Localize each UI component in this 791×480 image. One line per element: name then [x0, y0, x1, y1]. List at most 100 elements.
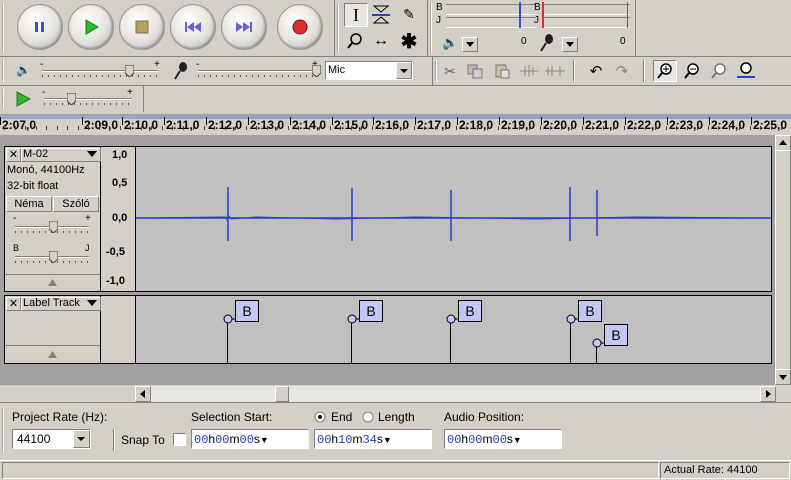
dropdown-button[interactable]: [396, 62, 412, 79]
track-collapse-button[interactable]: [5, 274, 100, 291]
zoom-in-button[interactable]: [653, 60, 677, 82]
play-at-speed-button[interactable]: [12, 89, 34, 109]
track-close-button[interactable]: ✕: [6, 297, 21, 311]
vertical-scrollbar[interactable]: [775, 135, 791, 385]
label-text[interactable]: B: [578, 300, 602, 322]
zoom-out-button[interactable]: [681, 61, 703, 81]
project-rate-select[interactable]: 44100: [12, 429, 91, 449]
undo-button[interactable]: ↶: [585, 61, 607, 81]
playback-speed-slider[interactable]: - +: [40, 87, 136, 111]
label-marker[interactable]: B: [223, 300, 263, 363]
timeshift-tool-button[interactable]: ↔: [370, 30, 392, 52]
selection-tool-button[interactable]: I: [344, 3, 368, 27]
play-button[interactable]: [68, 4, 114, 50]
label-marker[interactable]: B: [446, 300, 486, 363]
track-name-menu[interactable]: M-02: [21, 148, 101, 162]
slider-max-label: +: [127, 87, 133, 98]
audio-position-field[interactable]: 00h00m00s▼: [444, 429, 562, 449]
waveform[interactable]: [136, 147, 771, 291]
recording-meter[interactable]: B J: [532, 2, 632, 30]
horizontal-scrollbar[interactable]: [135, 386, 776, 402]
ruler-minor-tick: [445, 126, 446, 130]
redo-button[interactable]: ↷: [611, 61, 633, 81]
slider-min-label: -: [42, 87, 46, 98]
silence-icon: [545, 66, 565, 76]
multi-tool-button[interactable]: ✱: [398, 30, 420, 53]
dropdown-button[interactable]: [73, 430, 90, 448]
scroll-thumb[interactable]: [775, 150, 791, 372]
slider-thumb[interactable]: [67, 93, 76, 105]
label-text[interactable]: B: [604, 324, 628, 346]
label-marker[interactable]: B: [347, 300, 387, 363]
record-button[interactable]: [277, 4, 323, 50]
selection-toolbar: Project Rate (Hz): 44100 Snap To Selecti…: [0, 402, 791, 459]
label-text[interactable]: B: [458, 300, 482, 322]
trim-button[interactable]: [518, 61, 540, 81]
scroll-up-button[interactable]: [775, 135, 791, 151]
slider-min-label: -: [40, 59, 44, 70]
playback-volume-slider[interactable]: - +: [38, 59, 164, 83]
chevron-down-icon[interactable]: ▼: [513, 435, 522, 445]
ruler-minor-tick: [697, 126, 698, 130]
playback-meter[interactable]: B J: [436, 2, 536, 30]
scissors-icon: ✂: [444, 62, 456, 79]
toolbar-grip[interactable]: [2, 3, 10, 53]
toolbar-grip[interactable]: [337, 3, 343, 53]
snap-to-checkbox[interactable]: [173, 433, 186, 446]
selection-start-field[interactable]: 00h00m00s▼: [191, 429, 309, 449]
zoom-tool-button[interactable]: [344, 30, 366, 52]
slider-thumb[interactable]: [312, 65, 321, 77]
microphone-icon: [540, 34, 553, 52]
paste-button[interactable]: [491, 61, 513, 81]
recording-volume-slider[interactable]: - +: [194, 59, 322, 83]
pan-slider[interactable]: B J: [11, 243, 95, 267]
recording-meter-menu[interactable]: [562, 37, 578, 52]
scale-label: 1,0: [112, 149, 128, 161]
silence-button[interactable]: [544, 61, 566, 81]
envelope-tool-button[interactable]: [370, 3, 392, 25]
selection-start-label: Selection Start:: [191, 410, 273, 424]
skip-to-end-button[interactable]: [221, 4, 267, 50]
ruler-minor-tick: [172, 126, 173, 130]
cut-button[interactable]: ✂: [439, 61, 461, 81]
mute-button[interactable]: Néma: [6, 196, 52, 212]
track-close-button[interactable]: ✕: [6, 148, 21, 162]
slider-thumb[interactable]: [49, 251, 58, 263]
chevron-down-icon[interactable]: ▼: [260, 435, 269, 445]
stop-button[interactable]: [119, 4, 165, 50]
label-marker[interactable]: B: [592, 324, 632, 363]
length-radio[interactable]: Length: [362, 410, 422, 424]
skip-to-start-button[interactable]: [170, 4, 216, 50]
toolbar-grip[interactable]: [2, 407, 8, 453]
scroll-down-button[interactable]: [775, 369, 791, 385]
copy-button[interactable]: [464, 61, 486, 81]
draw-tool-button[interactable]: ✎: [398, 3, 420, 25]
fit-selection-button[interactable]: [708, 61, 730, 81]
scroll-right-button[interactable]: [760, 386, 776, 402]
track-collapse-button[interactable]: [5, 345, 100, 363]
label-text[interactable]: B: [359, 300, 383, 322]
fit-project-button[interactable]: [735, 61, 757, 81]
hours-value: 00: [194, 433, 209, 447]
playback-meter-menu[interactable]: [462, 37, 478, 52]
vertical-scale[interactable]: 1,0 0,5 0,0 -0,5 -1,0: [101, 147, 136, 291]
track-name-menu[interactable]: Label Track: [21, 297, 101, 311]
label-text[interactable]: B: [235, 300, 259, 322]
solo-button[interactable]: Szóló: [53, 196, 99, 212]
ruler-major-tick: [82, 117, 83, 125]
slider-thumb[interactable]: [125, 65, 134, 77]
chevron-down-icon[interactable]: ▼: [383, 435, 392, 445]
label-area[interactable]: B B B B B: [136, 296, 771, 363]
meter-peak-marker: [627, 2, 628, 28]
toolbar-grip[interactable]: [2, 60, 8, 82]
meter-toolbar: B J B J 🔈 0 0: [428, 0, 636, 56]
gain-slider[interactable]: - +: [11, 213, 95, 237]
input-source-select[interactable]: Mic: [325, 61, 413, 80]
scroll-thumb[interactable]: [275, 386, 289, 402]
ruler-minor-tick: [183, 126, 184, 130]
slider-thumb[interactable]: [49, 221, 58, 233]
scroll-left-button[interactable]: [135, 386, 151, 402]
toolbar-grip[interactable]: [2, 89, 8, 109]
pause-button[interactable]: [17, 4, 63, 50]
selection-end-field[interactable]: 00h10m34s▼: [314, 429, 432, 449]
